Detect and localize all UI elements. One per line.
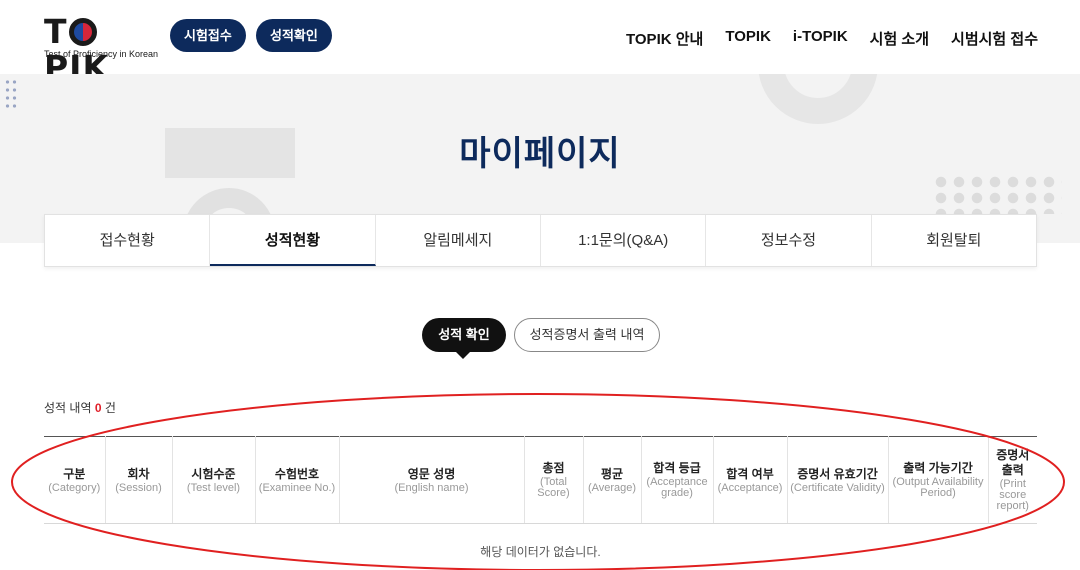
col-examinee-no: 수험번호 (Examinee No.): [255, 436, 340, 524]
active-pointer-icon: [455, 351, 471, 359]
col-en-label: (Print score report): [996, 478, 1029, 512]
site-header: TPIK Test of Proficiency in Korean 시험접수 …: [0, 0, 1080, 86]
col-ko-label: 시험수준: [191, 466, 236, 481]
exam-register-button[interactable]: 시험접수: [170, 19, 246, 52]
decorative-dots-icon: [4, 78, 18, 108]
tab-notifications[interactable]: 알림메세지: [376, 215, 541, 266]
col-test-level: 시험수준 (Test level): [172, 436, 256, 524]
result-count-prefix: 성적 내역: [44, 401, 92, 415]
col-ko-label: 출력 가능기간: [903, 461, 973, 475]
page-title: 마이페이지: [459, 135, 621, 173]
col-en-label: (Test level): [186, 481, 241, 494]
col-ko-label: 증명서 출력: [996, 448, 1030, 477]
main-nav: TOPIK 안내 TOPIK i-TOPIK 시험 소개 시범시험 접수: [626, 28, 1038, 49]
result-count: 성적 내역 0 건: [44, 399, 116, 416]
col-output-period: 출력 가능기간 (Output Availability Period): [888, 436, 989, 524]
col-ko-label: 합격 등급: [653, 461, 701, 475]
nav-topik[interactable]: TOPIK: [725, 28, 771, 49]
decorative-circle-icon: [758, 74, 878, 124]
col-ko-label: 영문 성명: [407, 466, 456, 481]
col-ko-label: 수험번호: [274, 466, 320, 481]
col-en-label: (Output Availability Period): [892, 476, 984, 499]
col-certificate-validity: 증명서 유효기간 (Certificate Validity): [787, 436, 889, 524]
nav-pilot-exam[interactable]: 시범시험 접수: [951, 28, 1038, 49]
col-english-name: 영문 성명 (English name): [339, 436, 525, 524]
col-print-report: 증명서 출력 (Print score report): [988, 436, 1037, 524]
col-ko-label: 합격 여부: [726, 466, 774, 481]
table-header-row: 구분 (Category) 회차 (Session) 시험수준 (Test level…: [44, 436, 1037, 524]
tab-qna[interactable]: 1:1문의(Q&A): [541, 215, 707, 266]
col-en-label: (Category): [48, 481, 101, 494]
topik-logo[interactable]: TPIK Test of Proficiency in Korean: [44, 12, 158, 86]
col-en-label: (Average): [587, 481, 637, 494]
mypage-tabs: 접수현황 성적현황 알림메세지 1:1문의(Q&A) 정보수정 회원탈퇴: [44, 214, 1037, 267]
score-check-toggle[interactable]: 성적 확인: [422, 318, 506, 352]
col-category: 구분 (Category): [44, 436, 106, 524]
empty-table-message: 해당 데이터가 없습니다.: [480, 545, 601, 559]
score-check-button[interactable]: 성적확인: [256, 19, 332, 52]
col-en-label: (Certificate Validity): [790, 481, 885, 494]
col-ko-label: 구분: [63, 466, 86, 481]
col-en-label: (Session): [115, 481, 162, 494]
col-average: 평균 (Average): [583, 436, 642, 524]
col-session: 회차 (Session): [105, 436, 173, 524]
logo-subtitle: Test of Proficiency in Korean: [44, 49, 159, 59]
tab-registration-status[interactable]: 접수현황: [45, 215, 211, 266]
col-ko-label: 증명서 유효기간: [797, 466, 878, 481]
result-count-value: 0: [94, 401, 102, 415]
result-count-suffix: 건: [104, 401, 116, 415]
col-total-score: 총점 (Total Score): [524, 436, 584, 524]
col-acceptance: 합격 여부 (Acceptance): [713, 436, 788, 524]
col-en-label: (Examinee No.): [258, 481, 336, 494]
col-acceptance-grade: 합격 등급 (Acceptance grade): [641, 436, 714, 524]
col-en-label: (Acceptance grade): [646, 476, 708, 499]
col-en-label: (Total Score): [537, 476, 570, 499]
decorative-dot-grid-icon: [932, 174, 1062, 214]
col-en-label: (Acceptance): [717, 481, 783, 494]
certificate-history-toggle[interactable]: 성적증명서 출력 내역: [514, 318, 660, 352]
col-en-label: (English name): [394, 481, 469, 494]
logo-taegeuk-icon: [68, 18, 97, 46]
tab-edit-info[interactable]: 정보수정: [706, 215, 872, 266]
col-ko-label: 총점: [542, 461, 565, 475]
score-table: 구분 (Category) 회차 (Session) 시험수준 (Test level…: [44, 436, 1037, 524]
logo-letter-t: T: [44, 12, 68, 51]
nav-exam-intro[interactable]: 시험 소개: [870, 28, 929, 49]
tab-withdraw[interactable]: 회원탈퇴: [872, 215, 1036, 266]
col-ko-label: 평균: [600, 466, 624, 481]
nav-i-topik[interactable]: i-TOPIK: [793, 28, 848, 49]
tab-score-status[interactable]: 성적현황: [210, 215, 376, 266]
nav-topik-guide[interactable]: TOPIK 안내: [626, 28, 703, 49]
col-ko-label: 회차: [127, 466, 150, 481]
